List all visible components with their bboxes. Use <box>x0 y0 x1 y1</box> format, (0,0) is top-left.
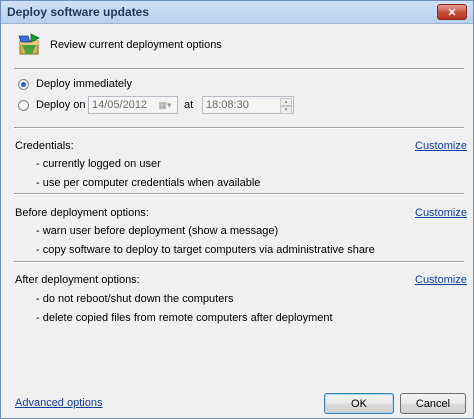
spin-down-icon[interactable]: ▼ <box>280 106 292 114</box>
ok-button-label: OK <box>351 397 367 410</box>
advanced-options-link[interactable]: Advanced options <box>15 397 102 409</box>
before-deployment-title: Before deployment options: <box>15 207 149 219</box>
time-value: 18:08:30 <box>206 99 249 111</box>
time-spinner[interactable]: ▲ ▼ <box>280 98 292 114</box>
ok-button[interactable]: OK <box>324 393 394 414</box>
separator <box>14 68 464 70</box>
dialog-window: Deploy software updates ✕ Review current… <box>0 0 474 419</box>
window-title: Deploy software updates <box>7 5 150 19</box>
calendar-dropdown-icon[interactable]: ▦▾ <box>155 99 175 111</box>
radio-selected-dot <box>21 82 26 87</box>
cancel-button-label: Cancel <box>415 397 451 410</box>
deploy-on-label: Deploy on <box>36 99 86 111</box>
deploy-immediately-label: Deploy immediately <box>36 78 132 90</box>
close-button[interactable]: ✕ <box>437 4 467 20</box>
deploy-immediately-radio[interactable] <box>18 79 29 90</box>
close-icon: ✕ <box>447 6 457 19</box>
dialog-content: Review current deployment options Deploy… <box>4 24 470 416</box>
deploy-package-icon <box>18 33 40 55</box>
list-item: - use per computer credentials when avai… <box>36 177 261 189</box>
separator <box>14 193 464 195</box>
time-picker[interactable]: 18:08:30 ▲ ▼ <box>202 96 294 114</box>
cancel-button[interactable]: Cancel <box>400 393 466 414</box>
separator <box>14 261 464 263</box>
at-label: at <box>184 99 194 111</box>
date-picker[interactable]: 14/05/2012 ▦▾ <box>88 96 178 114</box>
credentials-title: Credentials: <box>15 140 74 152</box>
list-item: - warn user before deployment (show a me… <box>36 225 279 237</box>
before-customize-link[interactable]: Customize <box>415 207 467 219</box>
title-bar[interactable]: Deploy software updates ✕ <box>1 1 473 24</box>
list-item: - currently logged on user <box>36 158 161 170</box>
date-value: 14/05/2012 <box>92 99 148 111</box>
deploy-on-radio[interactable] <box>18 100 29 111</box>
credentials-customize-link[interactable]: Customize <box>415 140 467 152</box>
header-text: Review current deployment options <box>50 39 222 51</box>
list-item: - copy software to deploy to target comp… <box>36 244 375 256</box>
separator <box>14 127 464 129</box>
list-item: - delete copied files from remote comput… <box>36 312 333 324</box>
spin-up-icon[interactable]: ▲ <box>280 98 292 106</box>
after-customize-link[interactable]: Customize <box>415 274 467 286</box>
after-deployment-title: After deployment options: <box>15 274 140 286</box>
list-item: - do not reboot/shut down the computers <box>36 293 234 305</box>
